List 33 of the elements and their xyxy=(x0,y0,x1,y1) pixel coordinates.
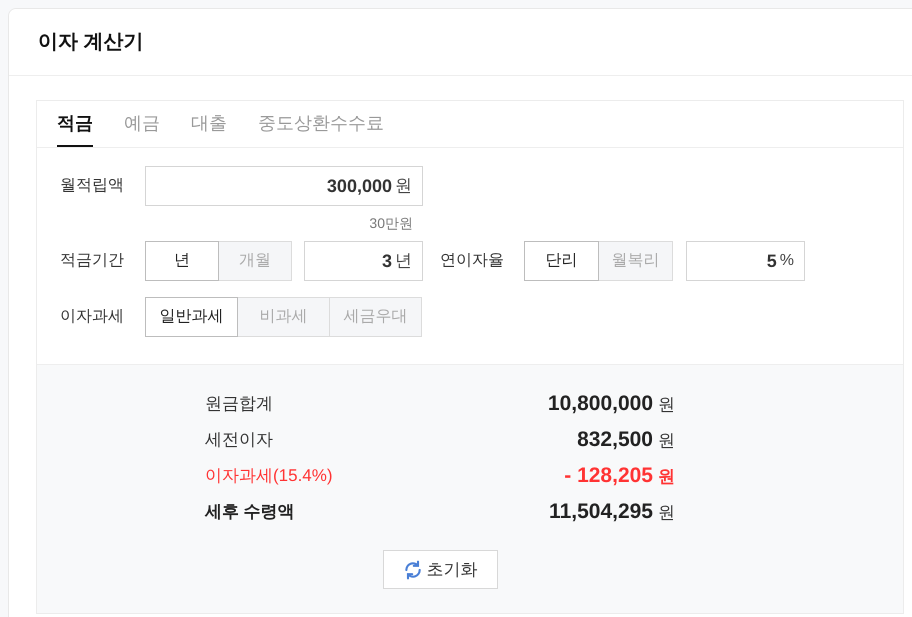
field-unit: 년 xyxy=(395,250,412,272)
number-field[interactable]: 3 년 xyxy=(304,241,423,281)
result-value: - 128,205 xyxy=(564,463,653,490)
segment-option[interactable]: 일반과세 xyxy=(145,297,238,337)
window-title: 이자 계산기 xyxy=(38,30,144,55)
result-value: 10,800,000 xyxy=(548,391,653,418)
result-label: 원금합계 xyxy=(205,393,273,416)
result-unit: 원 xyxy=(658,394,675,416)
field-unit: 원 xyxy=(395,175,412,198)
field-label: 월적립액 xyxy=(60,176,125,196)
result-label: 세후 수령액 xyxy=(205,501,295,524)
field-label: 연이자율 xyxy=(440,251,505,271)
field-label: 이자과세 xyxy=(60,307,125,327)
segment-option[interactable]: 년 xyxy=(145,241,219,281)
refresh-icon xyxy=(402,560,422,580)
result-unit: 원 xyxy=(658,466,675,488)
number-field[interactable]: 300,000 원 xyxy=(145,166,423,206)
field-value: 3 xyxy=(382,250,392,272)
result-label: 이자과세(15.4%) xyxy=(205,465,333,488)
segment-option[interactable]: 단리 xyxy=(524,241,599,281)
field-value: 300,000 xyxy=(326,174,392,198)
amount-hint: 30만원 xyxy=(369,214,413,233)
result-unit: 원 xyxy=(658,502,675,524)
result-value: 832,500 xyxy=(577,427,653,454)
field-value: 5 xyxy=(766,250,777,272)
number-field[interactable]: 5 % xyxy=(686,241,805,281)
result-label: 세전이자 xyxy=(205,429,273,452)
field-label: 적금기간 xyxy=(60,251,125,271)
field-unit: % xyxy=(780,251,794,271)
reset-button[interactable]: 초기화 xyxy=(382,550,498,589)
result-unit: 원 xyxy=(658,430,675,452)
tab[interactable]: 적금 xyxy=(57,101,93,147)
result-value: 11,504,295 xyxy=(549,499,653,526)
